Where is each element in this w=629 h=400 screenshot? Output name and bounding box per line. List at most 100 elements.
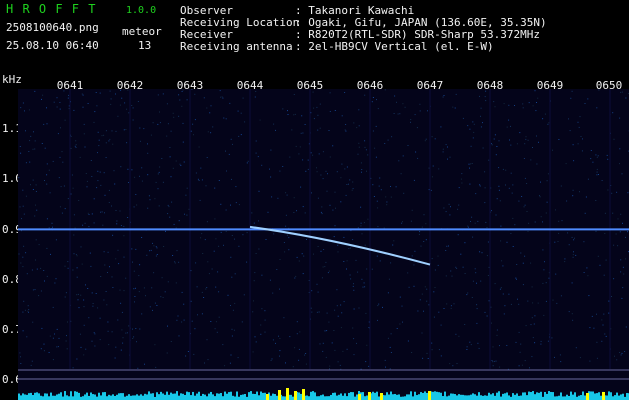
noise-pixel — [18, 225, 20, 227]
noise-pixel — [328, 321, 330, 323]
noise-pixel — [295, 145, 297, 147]
spectrum-bar — [320, 395, 322, 400]
noise-pixel — [361, 278, 363, 280]
noise-pixel — [312, 154, 314, 156]
noise-pixel — [341, 312, 343, 314]
spectrum-bar — [410, 391, 412, 400]
noise-pixel — [126, 142, 128, 144]
noise-pixel — [293, 197, 295, 199]
noise-pixel — [413, 285, 415, 287]
noise-pixel — [36, 209, 38, 211]
noise-pixel — [325, 261, 327, 263]
noise-pixel — [94, 111, 96, 113]
noise-pixel — [517, 298, 518, 300]
noise-pixel — [105, 142, 107, 144]
noise-pixel — [613, 138, 615, 140]
noise-pixel — [304, 212, 306, 214]
noise-pixel — [329, 156, 331, 158]
spectrum-bar — [404, 396, 406, 400]
noise-pixel — [304, 124, 306, 125]
noise-pixel — [332, 145, 334, 147]
noise-pixel — [83, 306, 85, 308]
noise-pixel — [126, 108, 128, 110]
noise-pixel — [540, 343, 542, 345]
noise-pixel — [91, 292, 93, 294]
noise-pixel — [419, 231, 421, 233]
noise-pixel — [348, 183, 349, 185]
noise-pixel — [585, 196, 587, 198]
noise-pixel — [361, 169, 363, 170]
noise-pixel — [501, 260, 503, 262]
noise-pixel — [293, 114, 295, 116]
noise-pixel — [499, 366, 501, 368]
noise-pixel — [267, 211, 269, 213]
noise-pixel — [595, 200, 597, 201]
noise-pixel — [258, 190, 260, 192]
noise-pixel — [20, 356, 21, 358]
noise-pixel — [260, 324, 262, 326]
noise-pixel — [503, 313, 505, 315]
noise-pixel — [162, 181, 164, 183]
noise-pixel — [340, 201, 342, 203]
noise-pixel — [349, 179, 351, 181]
noise-pixel — [337, 251, 339, 253]
noise-pixel — [194, 328, 196, 330]
noise-pixel — [367, 218, 369, 220]
noise-pixel — [156, 254, 158, 255]
spectrogram-plot — [18, 89, 629, 400]
noise-pixel — [89, 252, 91, 254]
noise-pixel — [28, 311, 29, 313]
noise-pixel — [126, 332, 128, 334]
noise-pixel — [117, 319, 119, 321]
noise-pixel — [73, 234, 75, 236]
noise-pixel — [24, 110, 25, 112]
noise-pixel — [316, 167, 317, 169]
noise-pixel — [134, 176, 136, 178]
noise-pixel — [487, 275, 489, 276]
noise-pixel — [472, 280, 474, 282]
noise-pixel — [32, 179, 34, 181]
noise-pixel — [287, 110, 288, 112]
noise-pixel — [426, 300, 428, 302]
noise-pixel — [496, 146, 498, 147]
noise-pixel — [617, 245, 619, 247]
noise-pixel — [416, 127, 418, 129]
noise-pixel — [500, 287, 502, 289]
noise-pixel — [329, 92, 331, 94]
noise-pixel — [259, 119, 261, 121]
noise-pixel — [230, 354, 232, 356]
spectrum-bar — [536, 392, 538, 400]
spectrum-bar — [566, 394, 568, 400]
noise-pixel — [64, 208, 66, 210]
noise-pixel — [57, 346, 59, 348]
noise-pixel — [237, 357, 239, 359]
noise-pixel — [22, 102, 24, 104]
noise-pixel — [273, 123, 275, 125]
spectrum-bar — [318, 396, 320, 400]
noise-pixel — [442, 148, 444, 150]
noise-pixel — [65, 340, 67, 342]
noise-pixel — [568, 244, 570, 246]
spectrum-bar — [556, 396, 558, 400]
spectrum-bar — [206, 396, 208, 400]
noise-pixel — [276, 269, 278, 270]
noise-pixel — [122, 337, 124, 339]
spectrum-bar — [392, 394, 394, 400]
spectrum-bar — [508, 395, 510, 400]
noise-pixel — [201, 233, 203, 235]
noise-pixel — [311, 192, 312, 194]
spectrum-bar — [164, 394, 166, 400]
noise-pixel — [503, 103, 505, 105]
noise-pixel — [579, 191, 580, 193]
noise-pixel — [195, 172, 197, 174]
noise-pixel — [584, 212, 586, 214]
noise-pixel — [334, 110, 336, 111]
noise-pixel — [442, 96, 444, 98]
spectrum-bar — [270, 395, 272, 400]
noise-pixel — [327, 272, 329, 274]
spectrum-bar — [210, 391, 212, 400]
noise-pixel — [486, 315, 488, 317]
spectrum-bar — [592, 391, 594, 400]
noise-pixel — [340, 327, 342, 329]
noise-pixel — [255, 341, 257, 343]
